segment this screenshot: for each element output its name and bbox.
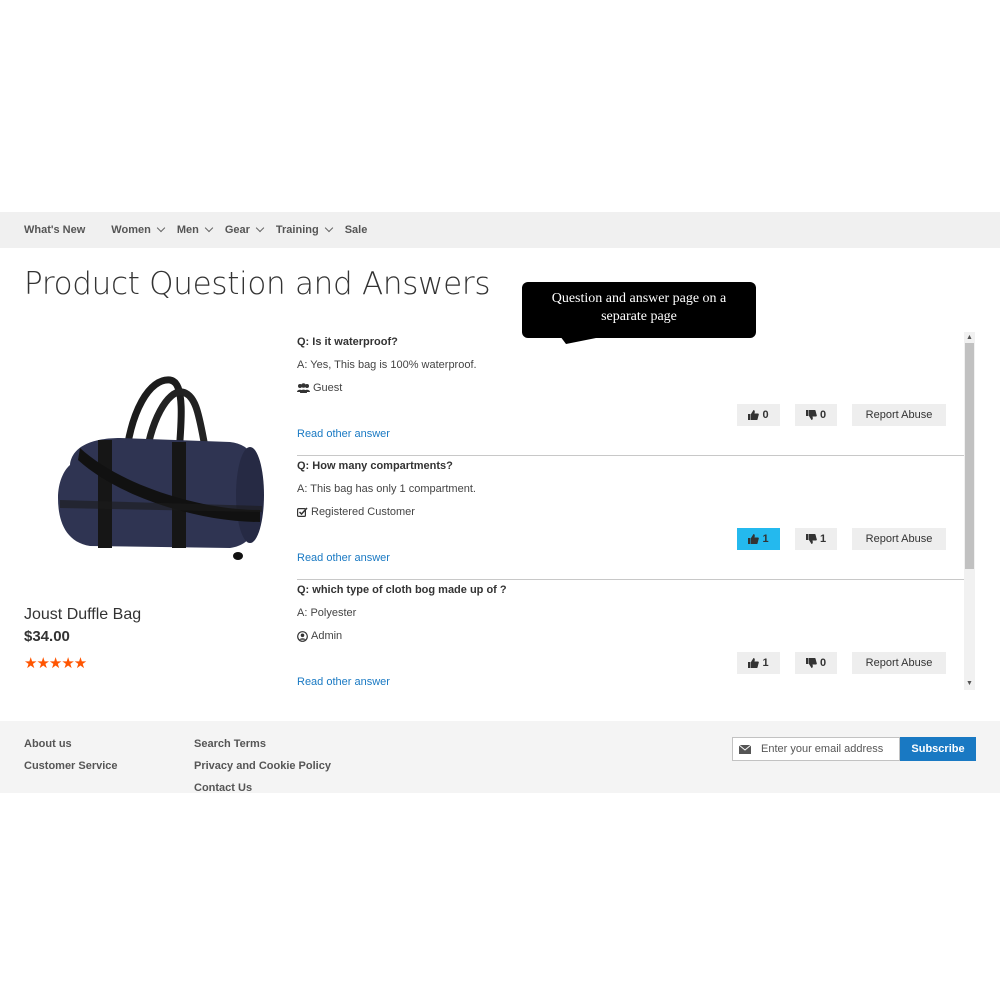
newsletter-form: Subscribe — [732, 737, 976, 761]
nav-item-women[interactable]: Women — [111, 223, 166, 236]
dislike-count: 1 — [819, 533, 827, 545]
dislike-button[interactable]: 0 — [795, 404, 837, 426]
dislike-count: 0 — [819, 657, 827, 669]
dislike-count: 0 — [819, 409, 827, 421]
qa-item: Q: Is it waterproof? A: Yes, This bag is… — [297, 332, 964, 456]
email-input[interactable] — [759, 742, 889, 756]
nav-label: Training — [275, 224, 319, 236]
nav-label: Gear — [224, 224, 250, 236]
envelope-icon — [739, 744, 751, 754]
like-button[interactable]: 1 — [737, 652, 780, 674]
footer-link-contact-us[interactable]: Contact Us — [194, 781, 331, 795]
footer-link-customer-service[interactable]: Customer Service — [24, 759, 118, 773]
annotation-callout: Question and answer page on a separate p… — [522, 282, 756, 338]
author-name: Guest — [313, 382, 343, 394]
footer: About us Customer Service Search Terms P… — [0, 721, 1000, 794]
like-count: 1 — [762, 657, 769, 669]
scrollbar-thumb[interactable] — [965, 343, 974, 569]
thumbs-down-icon — [805, 410, 817, 420]
nav-label: Sale — [344, 224, 368, 236]
dislike-button[interactable]: 0 — [795, 652, 837, 674]
thumbs-up-icon — [748, 534, 760, 544]
like-button[interactable]: 1 — [737, 528, 780, 550]
rating-stars: ★★★★★ — [24, 655, 87, 672]
nav-label: What's New — [24, 224, 86, 236]
footer-links-col1: About us Customer Service — [24, 737, 118, 781]
nav-item-sale[interactable]: Sale — [345, 224, 368, 236]
footer-link-about-us[interactable]: About us — [24, 737, 118, 751]
product-name[interactable]: Joust Duffle Bag — [24, 606, 141, 624]
page-title: Product Question and Answers — [24, 266, 491, 302]
footer-link-search-terms[interactable]: Search Terms — [194, 737, 331, 751]
answer-author: Guest — [297, 382, 342, 394]
nav-item-men[interactable]: Men — [176, 223, 214, 236]
thumbs-up-icon — [748, 658, 760, 668]
nav-label: Women — [111, 224, 151, 236]
answer-text: A: Yes, This bag is 100% waterproof. — [297, 359, 477, 371]
answer-text: A: This bag has only 1 compartment. — [297, 483, 476, 495]
nav-item-training[interactable]: Training — [275, 223, 333, 236]
nav-item-whats-new[interactable]: What's New — [24, 224, 85, 236]
checkbox-icon — [297, 507, 308, 517]
chevron-down-icon — [324, 223, 333, 233]
answer-author: Admin — [297, 630, 342, 642]
question-text: Q: How many compartments? — [297, 460, 453, 472]
answer-text: A: Polyester — [297, 607, 357, 619]
chevron-down-icon — [204, 223, 214, 233]
question-text: Q: Is it waterproof? — [297, 336, 398, 348]
user-circle-icon — [297, 630, 308, 642]
scroll-down-arrow-icon[interactable]: ▼ — [964, 680, 975, 688]
like-count: 0 — [762, 409, 769, 421]
qa-list: Q: Is it waterproof? A: Yes, This bag is… — [297, 332, 964, 690]
dislike-button[interactable]: 1 — [795, 528, 837, 550]
footer-link-privacy-policy[interactable]: Privacy and Cookie Policy — [194, 759, 331, 773]
question-text: Q: which type of cloth bog made up of ? — [297, 584, 507, 596]
report-abuse-button[interactable]: Report Abuse — [852, 404, 946, 426]
qa-item: Q: which type of cloth bog made up of ? … — [297, 580, 964, 690]
product-price: $34.00 — [24, 628, 70, 645]
qa-item: Q: How many compartments? A: This bag ha… — [297, 456, 964, 580]
subscribe-button[interactable]: Subscribe — [900, 737, 976, 761]
read-other-answer-link[interactable]: Read other answer — [297, 552, 390, 564]
qa-scrollbar[interactable]: ▲ ▼ — [964, 332, 975, 690]
author-name: Admin — [311, 630, 343, 642]
chevron-down-icon — [255, 223, 265, 233]
main-nav: What's New Women Men Gear Training Sale — [0, 212, 1000, 248]
answer-author: Registered Customer — [297, 506, 415, 518]
duffle-bag-image — [58, 376, 264, 560]
thumbs-down-icon — [805, 534, 817, 544]
author-name: Registered Customer — [311, 506, 415, 518]
report-abuse-button[interactable]: Report Abuse — [852, 652, 946, 674]
scroll-up-arrow-icon[interactable]: ▲ — [964, 334, 975, 342]
users-icon — [297, 383, 310, 393]
read-other-answer-link[interactable]: Read other answer — [297, 676, 390, 688]
thumbs-up-icon — [748, 410, 760, 420]
chevron-down-icon — [156, 223, 166, 233]
thumbs-down-icon — [805, 658, 817, 668]
like-button[interactable]: 0 — [737, 404, 780, 426]
like-count: 1 — [762, 533, 769, 545]
email-field-wrapper — [732, 737, 900, 761]
report-abuse-button[interactable]: Report Abuse — [852, 528, 946, 550]
nav-label: Men — [176, 224, 199, 236]
nav-item-gear[interactable]: Gear — [224, 223, 265, 236]
footer-links-col2: Search Terms Privacy and Cookie Policy C… — [194, 737, 331, 803]
read-other-answer-link[interactable]: Read other answer — [297, 428, 390, 440]
